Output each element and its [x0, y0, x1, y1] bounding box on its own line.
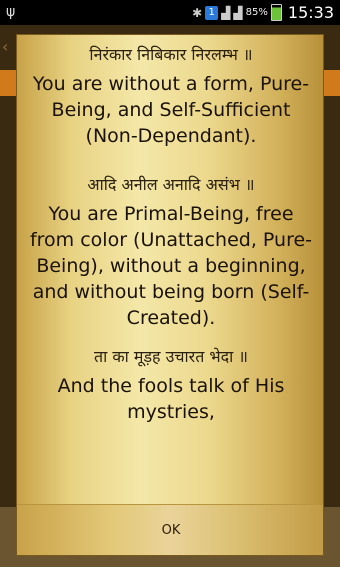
- dialog-button-bar: OK: [17, 504, 323, 555]
- verse-translation: And the fools talk of His mystries,: [57, 375, 285, 423]
- back-chevron-icon: ‹: [2, 37, 9, 56]
- signal-strength-icon: ▟: [233, 5, 243, 20]
- dialog-content[interactable]: निरंकार निबिकार निरलम्भ ॥ You are withou…: [17, 35, 323, 505]
- verse-gurmukhi: आदि अनील अनादि असंभ ॥: [87, 175, 255, 194]
- bluetooth-icon: ✱: [192, 5, 203, 20]
- ok-button[interactable]: OK: [17, 505, 323, 555]
- verse-translation: You are Primal-Being, free from color (U…: [29, 203, 313, 329]
- battery-icon: [270, 4, 282, 21]
- verse-translation: You are without a form, Pure-Being, and …: [32, 73, 310, 147]
- notification-badge: 1: [205, 5, 219, 20]
- verse-gurmukhi: ता का मूड़ह उचारत भेदा ॥: [94, 347, 248, 366]
- verse-dialog: निरंकार निबिकार निरलम्भ ॥ You are withou…: [16, 34, 324, 556]
- battery-percent: 85%: [245, 7, 268, 18]
- status-bar: ψ ✱ 1 ▟ ▟ 85% 15:33: [0, 0, 340, 25]
- clock: 15:33: [287, 3, 334, 22]
- signal-icon: ▟: [221, 5, 231, 20]
- status-icons: ✱ 1 ▟ ▟ 85% 15:33: [192, 0, 334, 25]
- verse-gurmukhi: निरंकार निबिकार निरलम्भ ॥: [89, 45, 253, 64]
- usb-icon: ψ: [6, 4, 16, 20]
